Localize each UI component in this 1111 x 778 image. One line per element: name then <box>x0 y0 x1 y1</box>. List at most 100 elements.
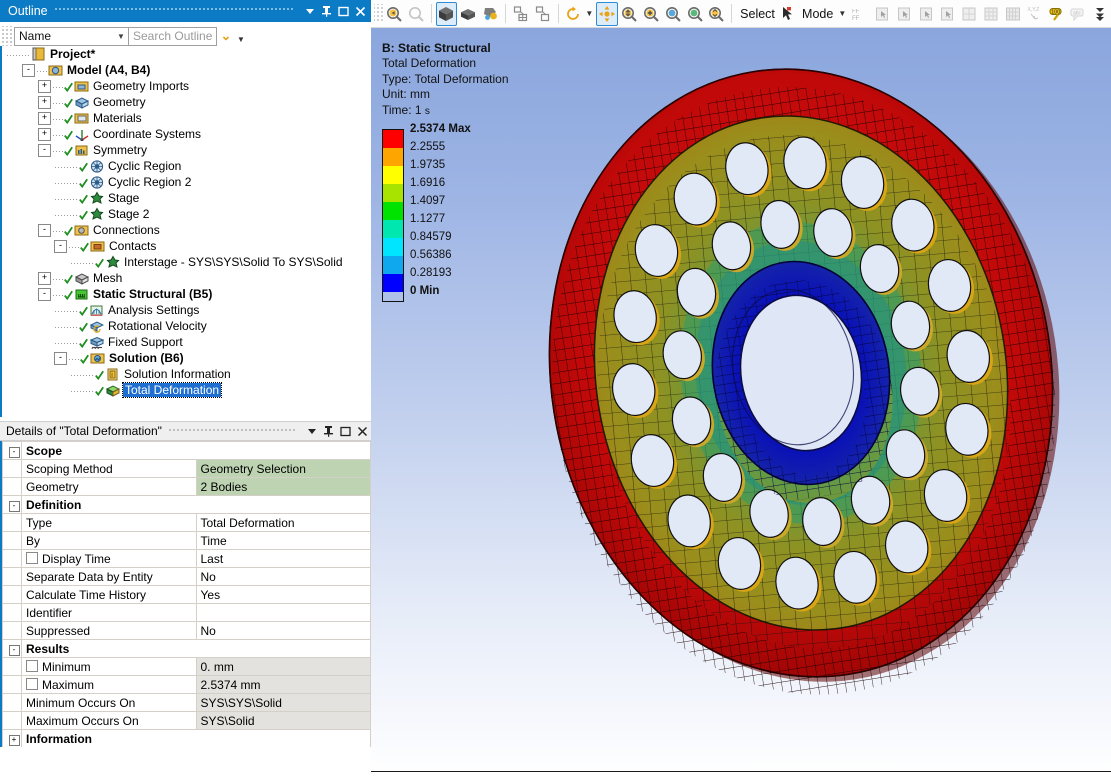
details-grid-container[interactable]: - Scope Scoping Method Geometry Selection Ge… <box>0 441 371 747</box>
magnify-glass-icon[interactable] <box>684 2 706 26</box>
details-section-row[interactable]: - Results <box>2 639 371 658</box>
zoom-to-fit-icon[interactable] <box>662 2 684 26</box>
details-maximize-icon[interactable] <box>337 422 354 440</box>
details-section-row[interactable]: - Definition <box>2 495 371 514</box>
mode-label[interactable]: Mode <box>798 7 837 21</box>
pan-icon[interactable] <box>596 1 619 26</box>
details-property-row[interactable]: Display Time Last <box>2 549 371 568</box>
tree-item[interactable]: + Mesh <box>2 270 371 286</box>
extend-selection-icon[interactable] <box>980 2 1002 26</box>
details-property-value[interactable]: Total Deformation <box>195 513 371 532</box>
details-property-row[interactable]: Calculate Time History Yes <box>2 585 371 604</box>
select-type-icon[interactable]: FF FF <box>849 2 871 26</box>
details-property-value[interactable]: SYS\SYS\Solid <box>195 693 371 712</box>
details-property-value[interactable]: Time <box>195 531 371 550</box>
select-all-icon[interactable] <box>1002 2 1024 26</box>
tree-item[interactable]: + Geometry <box>2 94 371 110</box>
tree-expand-toggle[interactable]: + <box>38 111 51 125</box>
coordinate-xyz-icon[interactable]: X,Y,Z <box>1024 2 1046 26</box>
details-property-value[interactable] <box>195 603 371 622</box>
tree-item[interactable]: - Contacts <box>2 238 371 254</box>
lasso-select-icon[interactable] <box>937 2 959 26</box>
tree-item[interactable]: Stage <box>2 190 371 206</box>
section-toggle[interactable]: - <box>8 447 20 458</box>
details-pin-icon[interactable] <box>320 422 337 440</box>
outline-tree[interactable]: Project* - Model (A4, B4) + Geometry Imports… <box>0 46 371 417</box>
search-expand-chevron-icon[interactable]: ⌄ <box>217 28 235 44</box>
tree-item[interactable]: Rotational Velocity <box>2 318 371 334</box>
tree-collapse-toggle[interactable]: - <box>38 287 51 301</box>
single-select-icon[interactable] <box>871 2 893 26</box>
outline-close-icon[interactable] <box>352 1 369 21</box>
tree-item[interactable]: Total Deformation <box>2 382 371 398</box>
zoom-icon[interactable] <box>618 2 640 26</box>
mode-dropdown-caret-icon[interactable]: ▼ <box>837 9 849 18</box>
details-section-row[interactable]: + Information <box>2 729 371 747</box>
details-close-icon[interactable] <box>354 422 371 440</box>
outline-dropdown-arrow-icon[interactable] <box>301 1 318 21</box>
tree-item[interactable]: Cyclic Region 2 <box>2 174 371 190</box>
box-zoom-icon[interactable] <box>640 2 662 26</box>
details-property-row[interactable]: By Time <box>2 531 371 550</box>
details-property-value[interactable]: 2.5374 mm <box>195 675 371 694</box>
tree-item[interactable]: Fixed Support <box>2 334 371 350</box>
tree-expand-toggle[interactable]: + <box>38 95 51 109</box>
tree-item[interactable]: + Geometry Imports <box>2 78 371 94</box>
tree-collapse-toggle[interactable]: - <box>54 239 67 253</box>
details-property-value[interactable]: Last <box>195 549 371 568</box>
tree-collapse-toggle[interactable]: - <box>38 223 51 237</box>
lasso-volume-select-icon[interactable] <box>958 2 980 26</box>
tree-item[interactable]: i Solution Information <box>2 366 371 382</box>
section-toggle[interactable]: - <box>8 645 20 656</box>
tree-expand-toggle[interactable]: + <box>38 127 51 141</box>
tree-item[interactable]: - Connections <box>2 222 371 238</box>
property-checkbox[interactable] <box>26 659 38 672</box>
tree-collapse-toggle[interactable]: - <box>38 143 51 157</box>
show-mesh-icon[interactable] <box>510 2 532 26</box>
tree-item[interactable]: - Model (A4, B4) <box>2 62 371 78</box>
label-annotation-icon[interactable]: abc <box>1068 2 1090 26</box>
solid-shaded-cube-icon[interactable] <box>435 1 458 26</box>
details-property-row[interactable]: Minimum 0. mm <box>2 657 371 676</box>
wireframe-colored-icon[interactable] <box>479 2 501 26</box>
section-toggle[interactable]: + <box>8 735 20 746</box>
zoom-previous-icon[interactable] <box>383 2 405 26</box>
toolbar-overflow-icon[interactable] <box>1089 2 1111 26</box>
details-property-row[interactable]: Maximum Occurs On SYS\Solid <box>2 711 371 730</box>
outline-filter-combobox[interactable]: Name ▼ <box>14 26 129 46</box>
details-property-row[interactable]: Geometry 2 Bodies <box>2 477 371 496</box>
details-property-row[interactable]: Maximum 2.5374 mm <box>2 675 371 694</box>
tree-item[interactable]: - Symmetry <box>2 142 371 158</box>
toolbar-grip-handle[interactable] <box>2 26 14 46</box>
details-property-value[interactable]: SYS\Solid <box>195 711 371 730</box>
probe-ruler-icon[interactable]: 100 <box>1046 2 1068 26</box>
details-property-value[interactable]: Geometry Selection <box>195 459 371 478</box>
tree-expand-toggle[interactable]: + <box>38 79 51 93</box>
select-label[interactable]: Select <box>736 7 779 21</box>
details-property-value[interactable]: No <box>195 567 371 586</box>
show-vertices-icon[interactable] <box>532 2 554 26</box>
details-dropdown-arrow-icon[interactable] <box>303 422 320 440</box>
outline-pin-icon[interactable] <box>318 1 335 21</box>
rotate-dropdown-caret-icon[interactable]: ▼ <box>584 9 596 18</box>
previous-view-icon[interactable] <box>705 2 727 26</box>
tree-collapse-toggle[interactable]: - <box>22 63 35 77</box>
shaded-no-edges-cube-icon[interactable] <box>457 2 479 26</box>
select-cursor-icon[interactable] <box>779 2 798 26</box>
toolbar-overflow-arrow-icon[interactable]: ▼ <box>235 29 247 44</box>
details-section-row[interactable]: - Scope <box>2 441 371 460</box>
tree-item[interactable]: Project* <box>2 46 371 62</box>
tree-expand-toggle[interactable]: + <box>38 271 51 285</box>
search-input[interactable]: Search Outline <box>129 26 217 46</box>
details-property-value[interactable]: Yes <box>195 585 371 604</box>
3d-viewport[interactable]: B: Static Structural Total Deformation T… <box>371 28 1111 775</box>
details-property-row[interactable]: Scoping Method Geometry Selection <box>2 459 371 478</box>
tree-item[interactable]: Stage 2 <box>2 206 371 222</box>
cyclic-rotor-disk-result[interactable] <box>481 48 1111 698</box>
section-toggle[interactable]: - <box>8 501 20 512</box>
details-property-row[interactable]: Type Total Deformation <box>2 513 371 532</box>
outline-maximize-icon[interactable] <box>335 1 352 21</box>
details-property-row[interactable]: Identifier <box>2 603 371 622</box>
tree-item[interactable]: + Materials <box>2 110 371 126</box>
rotate-icon[interactable] <box>563 2 585 26</box>
